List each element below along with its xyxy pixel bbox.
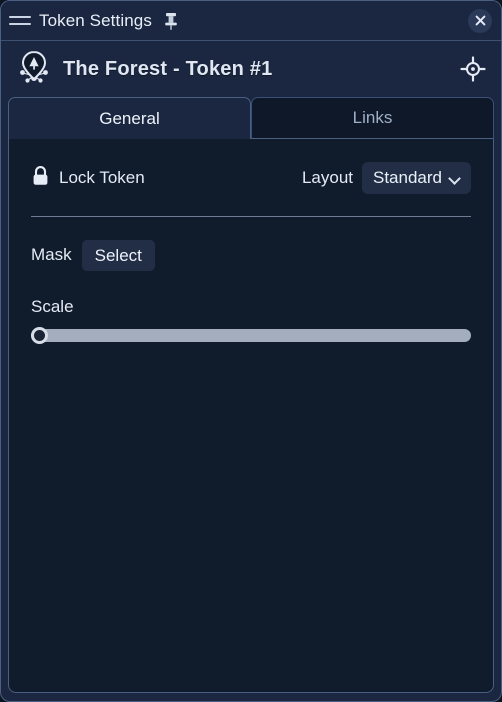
close-button[interactable] — [468, 8, 492, 33]
close-x-icon — [475, 15, 485, 26]
scale-slider-thumb[interactable] — [31, 327, 48, 344]
window-title: Token Settings — [39, 10, 152, 30]
layout-control: Layout Standard — [302, 162, 471, 194]
chevron-down-icon — [450, 173, 461, 184]
scale-label: Scale — [31, 297, 74, 316]
lock-token-label: Lock Token — [59, 168, 145, 187]
mask-select-button-label: Select — [94, 245, 142, 265]
scale-slider-track[interactable] — [31, 329, 471, 342]
tab-general[interactable]: General — [8, 97, 251, 139]
token-title: The Forest - Token #1 — [63, 57, 273, 80]
token-settings-window: Token Settings The Forest - Token #1 Gen… — [0, 0, 502, 702]
token-header: The Forest - Token #1 — [1, 41, 501, 97]
padlock-closed-icon — [31, 165, 50, 192]
mask-select-button[interactable]: Select — [81, 239, 155, 271]
hamburger-menu-icon[interactable] — [9, 10, 31, 32]
layout-select-value: Standard — [373, 168, 442, 187]
hamburger-line — [9, 16, 31, 18]
window-titlebar: Token Settings — [1, 1, 501, 41]
scale-slider[interactable] — [31, 327, 471, 344]
general-tab-panel: Lock Token Layout Standard Mask Select S… — [8, 138, 494, 693]
mask-label: Mask — [31, 245, 72, 264]
hamburger-line — [9, 23, 31, 25]
tab-links-label: Links — [352, 108, 393, 127]
layout-label: Layout — [301, 168, 353, 187]
crosshair-target-icon[interactable] — [459, 55, 487, 83]
settings-body: General Links Lock Token Layout Standard… — [1, 97, 501, 701]
mask-row: Mask Select — [31, 235, 471, 275]
map-pin-network-icon — [15, 49, 53, 89]
section-divider — [31, 216, 471, 217]
layout-select[interactable]: Standard — [362, 162, 471, 194]
tab-general-label: General — [99, 108, 160, 128]
lock-token-toggle[interactable]: Lock Token — [31, 165, 145, 192]
tab-strip: General Links — [8, 97, 494, 139]
lock-and-layout-row: Lock Token Layout Standard — [31, 158, 471, 198]
scale-control: Scale — [31, 297, 471, 344]
tab-links[interactable]: Links — [251, 97, 494, 139]
pushpin-icon[interactable] — [162, 11, 180, 31]
